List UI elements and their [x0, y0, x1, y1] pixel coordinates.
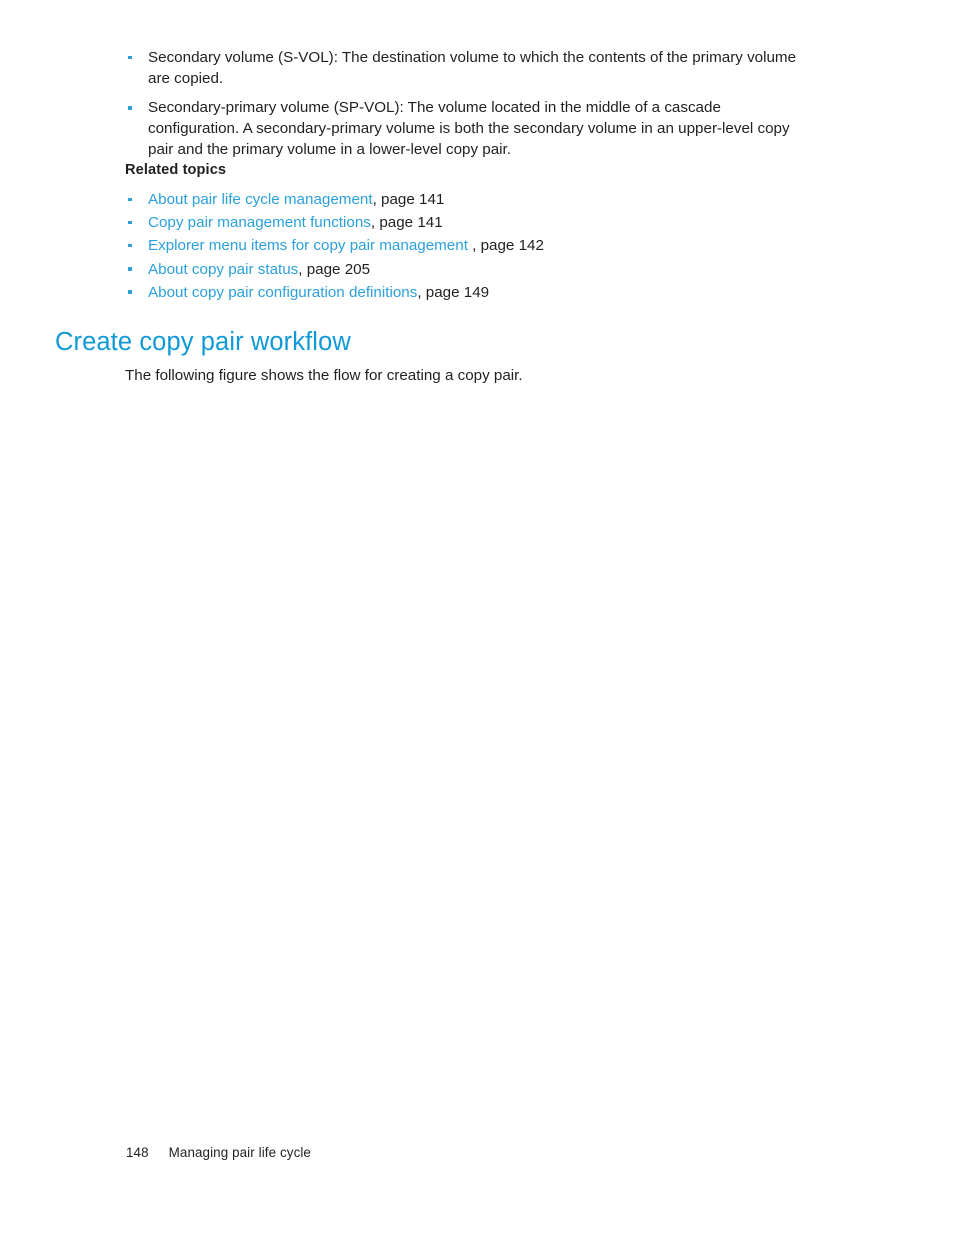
- cross-reference-page: , page 205: [298, 260, 371, 278]
- section-paragraph: The following figure shows the flow for …: [125, 367, 523, 384]
- cross-reference-link[interactable]: About copy pair status: [148, 261, 298, 278]
- definition-text: Secondary volume (S-VOL): The destinatio…: [148, 49, 797, 87]
- cross-reference-link[interactable]: About pair life cycle management: [148, 191, 373, 208]
- list-item: Explorer menu items for copy pair manage…: [126, 236, 826, 256]
- footer-chapter-title: Managing pair life cycle: [168, 1145, 311, 1160]
- cross-reference-page: , page 142: [467, 237, 544, 255]
- definition-text: Secondary-primary volume (SP-VOL): The v…: [148, 99, 790, 158]
- footer-page-number: 148: [126, 1145, 149, 1160]
- cross-reference-page: , page 141: [372, 191, 445, 208]
- related-topics-list: About pair life cycle management, page 1…: [126, 190, 826, 306]
- bullet-icon: [128, 106, 132, 110]
- related-topics-heading: Related topics: [125, 162, 227, 178]
- bullet-icon: [128, 290, 132, 294]
- cross-reference-link[interactable]: Copy pair management functions: [148, 214, 371, 231]
- definition-list: Secondary volume (S-VOL): The destinatio…: [126, 48, 816, 161]
- list-item: Secondary volume (S-VOL): The destinatio…: [126, 48, 816, 89]
- cross-reference-link[interactable]: About copy pair configuration definition…: [148, 284, 417, 301]
- cross-reference-page: , page 141: [370, 214, 443, 232]
- document-page: Secondary volume (S-VOL): The destinatio…: [0, 0, 954, 1235]
- bullet-icon: [128, 267, 132, 271]
- bullet-icon: [128, 55, 132, 60]
- list-item: About copy pair configuration definition…: [126, 283, 826, 303]
- list-item: About copy pair status, page 205: [126, 260, 826, 280]
- section-heading: Create copy pair workflow: [55, 328, 351, 356]
- cross-reference-page: , page 149: [417, 283, 490, 301]
- list-item: Secondary-primary volume (SP-VOL): The v…: [126, 98, 816, 160]
- bullet-icon: [128, 243, 132, 248]
- bullet-icon: [128, 220, 132, 225]
- page-footer: 148 Managing pair life cycle: [126, 1145, 311, 1160]
- cross-reference-link[interactable]: Explorer menu items for copy pair manage…: [148, 237, 468, 254]
- list-item: Copy pair management functions, page 141: [126, 213, 826, 233]
- list-item: About pair life cycle management, page 1…: [126, 190, 826, 210]
- bullet-icon: [128, 197, 132, 202]
